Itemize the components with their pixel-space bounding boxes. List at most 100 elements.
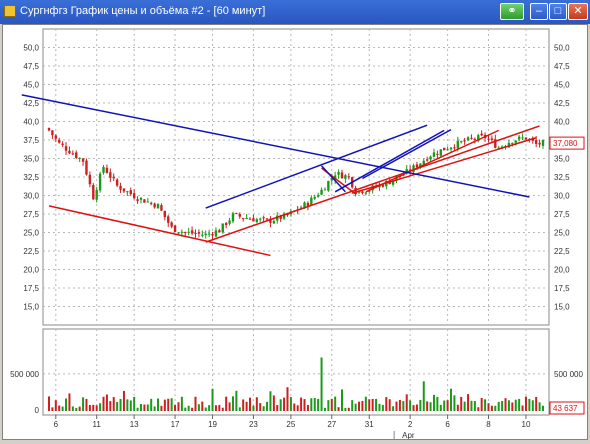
- candle-up: [221, 223, 224, 233]
- volume-bar-down: [361, 400, 364, 411]
- candle-up: [460, 141, 463, 143]
- last-volume-label: 43 637: [553, 404, 578, 413]
- candle-down: [47, 127, 51, 131]
- candle-up: [98, 173, 102, 191]
- volume-bar-down: [467, 394, 470, 411]
- candle-up: [432, 152, 436, 157]
- candle-up: [102, 167, 105, 173]
- candle-down: [81, 158, 85, 162]
- volume-bar-down: [88, 404, 91, 411]
- volume-bar-up: [133, 396, 136, 411]
- price-tick-label-right: 47,5: [554, 62, 570, 71]
- volume-bar-up: [204, 407, 207, 411]
- candle-down: [129, 190, 132, 195]
- candle-down: [167, 216, 170, 223]
- candle-down: [211, 233, 214, 236]
- volume-bar-up: [381, 404, 384, 411]
- candle-down: [160, 205, 163, 211]
- candle-down: [122, 188, 126, 192]
- volume-bar-down: [95, 405, 98, 411]
- candle-down: [88, 174, 92, 185]
- minimize-icon[interactable]: –: [530, 3, 548, 20]
- chart-svg[interactable]: 50,0 50,0 47,5 47,5 45,0 45,0 42,5 42,5 40,0 40,0…: [3, 25, 587, 440]
- volume-bar-down: [337, 407, 340, 411]
- candle-down: [347, 176, 351, 178]
- candle-up: [146, 201, 149, 203]
- candle-down: [143, 199, 146, 203]
- candle-down: [241, 218, 245, 220]
- volume-bar-down: [521, 405, 524, 411]
- volume-bar-up: [170, 398, 173, 411]
- volume-bar-down: [511, 402, 514, 411]
- candle-down: [119, 185, 122, 190]
- candle-down: [170, 222, 173, 227]
- volume-bar-down: [300, 397, 303, 411]
- candle-up: [204, 233, 207, 236]
- candle-up: [156, 203, 160, 209]
- candle-down: [248, 218, 252, 220]
- volume-bar-down: [276, 404, 279, 411]
- chart-area[interactable]: 50,0 50,0 47,5 47,5 45,0 45,0 42,5 42,5 40,0 40,0…: [2, 24, 588, 440]
- candle-down: [340, 172, 344, 179]
- volume-bar-down: [112, 397, 115, 411]
- volume-bar-up: [463, 401, 466, 411]
- volume-bar-up: [340, 389, 343, 411]
- price-tick-label-left: 15,0: [23, 303, 39, 312]
- volume-bar-down: [259, 403, 262, 411]
- volume-bar-up: [470, 400, 473, 411]
- volume-bar-down: [358, 401, 361, 411]
- close-icon[interactable]: ✕: [568, 3, 588, 20]
- x-tick-label: 6: [445, 420, 450, 429]
- candle-up: [466, 137, 470, 141]
- candle-up: [259, 218, 262, 220]
- candle-down: [306, 202, 310, 206]
- price-tick-label-right: 20,0: [554, 266, 570, 275]
- candle-down: [54, 135, 58, 139]
- volume-bar-up: [320, 357, 323, 411]
- price-tick-label-left: 42,5: [23, 99, 39, 108]
- volume-bar-down: [330, 398, 333, 411]
- volume-bar-down: [102, 396, 105, 411]
- volume-bar-down: [122, 390, 125, 411]
- volume-bar-up: [211, 388, 214, 411]
- candle-up: [446, 149, 449, 151]
- maximize-icon[interactable]: □: [549, 3, 567, 20]
- volume-bar-down: [398, 399, 401, 411]
- volume-bar-down: [225, 396, 228, 411]
- volume-bar-down: [426, 401, 429, 411]
- chart-window: Сургнфгз График цены и объёма #2 - [60 м…: [0, 0, 590, 442]
- volume-bar-up: [126, 399, 129, 411]
- candle-down: [470, 137, 473, 139]
- volume-bar-up: [323, 407, 326, 411]
- x-tick-label: 10: [522, 420, 531, 429]
- candle-up: [187, 231, 190, 233]
- volume-bar-up: [497, 401, 500, 411]
- x-tick-label: 17: [171, 420, 180, 429]
- volume-bar-down: [249, 397, 252, 411]
- volume-bar-up: [507, 400, 510, 411]
- volume-bar-down: [415, 404, 418, 411]
- candle-down: [197, 232, 201, 234]
- volume-bar-down: [446, 400, 449, 411]
- volume-bar-down: [405, 394, 408, 411]
- candle-up: [511, 142, 514, 144]
- volume-bar-down: [85, 398, 88, 411]
- app-icon[interactable]: [4, 5, 16, 17]
- candle-up: [78, 157, 81, 159]
- volume-bar-up: [289, 397, 292, 411]
- volume-bar-up: [310, 398, 313, 411]
- volume-bar-up: [252, 405, 255, 411]
- volume-bar-up: [231, 396, 234, 411]
- candle-up: [95, 189, 98, 200]
- volume-bar-up: [484, 399, 487, 411]
- volume-bar-up: [392, 406, 395, 411]
- candle-up: [517, 136, 521, 140]
- volume-bar-down: [490, 405, 493, 411]
- volume-bar-down: [535, 396, 538, 411]
- volume-bar-down: [109, 401, 112, 411]
- title-bar[interactable]: Сургнфгз График цены и объёма #2 - [60 м…: [0, 0, 590, 24]
- candle-down: [115, 179, 119, 186]
- candle-up: [316, 195, 320, 197]
- candle-up: [541, 139, 545, 146]
- link-icon[interactable]: ⚭: [500, 3, 524, 20]
